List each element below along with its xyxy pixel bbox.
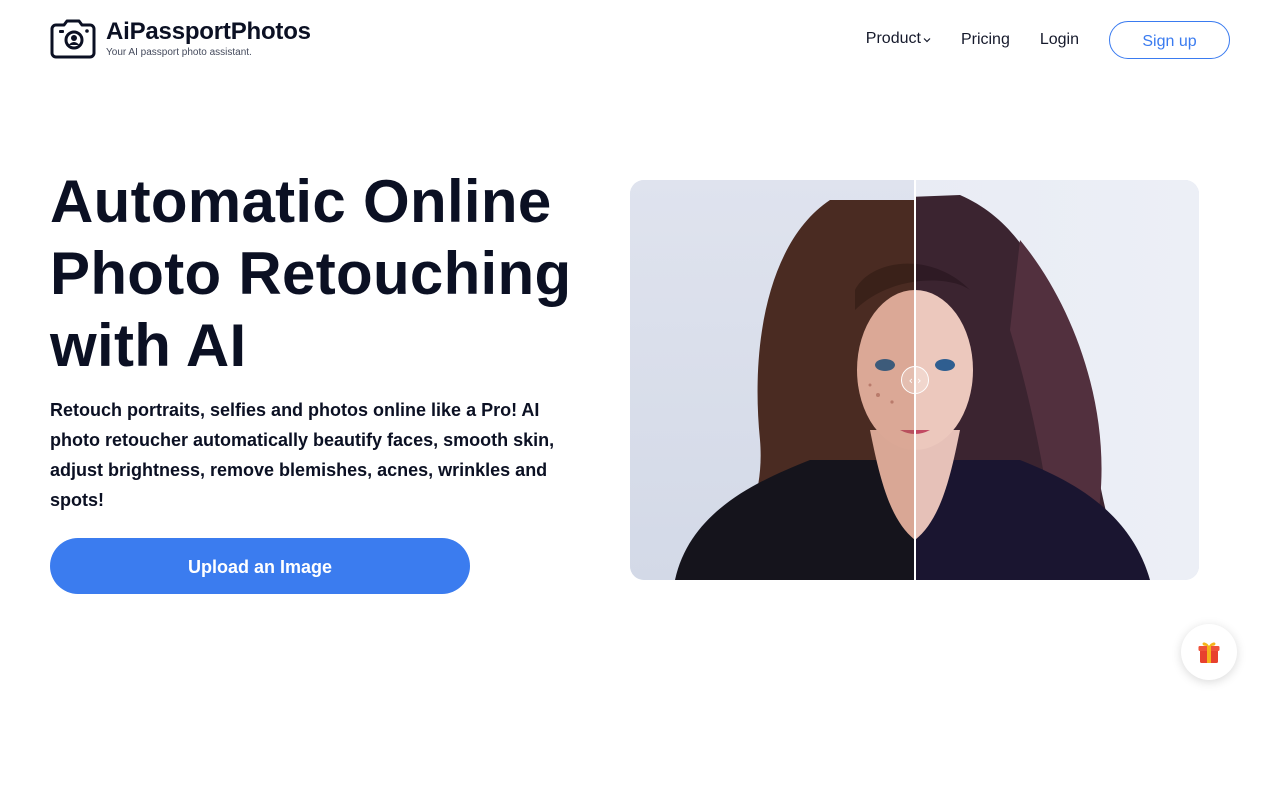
signup-button[interactable]: Sign up <box>1109 21 1230 59</box>
handle-left-arrow: ‹ <box>908 373 913 387</box>
nav-login-link[interactable]: Login <box>1040 31 1079 49</box>
camera-portrait-icon <box>50 19 96 59</box>
site-header: AiPassportPhotos Your AI passport photo … <box>0 0 1280 80</box>
upload-image-button[interactable]: Upload an Image <box>50 538 470 594</box>
gift-button[interactable] <box>1181 624 1237 680</box>
compare-slider-icon[interactable]: ‹ › <box>901 366 929 394</box>
brand-logo[interactable]: AiPassportPhotos Your AI passport photo … <box>50 19 311 59</box>
main-nav: Product Pricing Login Sign up <box>866 21 1230 59</box>
nav-pricing-link[interactable]: Pricing <box>961 31 1010 49</box>
brand-name: AiPassportPhotos <box>106 18 311 45</box>
gift-icon <box>1198 642 1220 663</box>
nav-product-label: Product <box>865 30 921 47</box>
chevron-down-icon <box>923 37 931 42</box>
handle-right-arrow: › <box>917 373 922 387</box>
nav-product-dropdown[interactable]: Product <box>866 30 931 48</box>
hero-description: Retouch portraits, selfies and photos on… <box>50 400 555 510</box>
brand-tagline: Your AI passport photo assistant. <box>106 47 252 58</box>
before-after-comparison[interactable]: ‹ › <box>630 180 1199 580</box>
hero-title: Automatic Online Photo Retouching with A… <box>50 168 572 379</box>
